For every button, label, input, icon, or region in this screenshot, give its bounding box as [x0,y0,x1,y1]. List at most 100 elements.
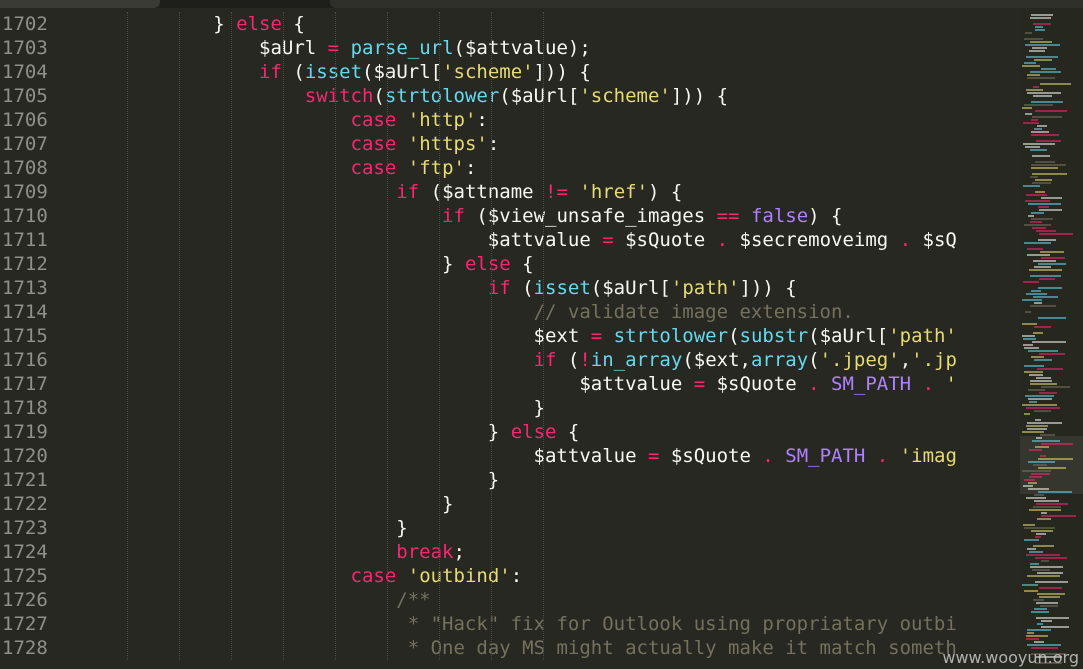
string-token: 'path' [888,325,957,347]
code-token: , [899,349,912,371]
minimap-line [1026,56,1058,58]
minimap-line [1025,113,1032,115]
minimap-line [1028,488,1049,490]
code-line[interactable]: $attvalue = $sQuote . SM_PATH . 'imag [76,444,1020,468]
line-number: 1703 [2,37,48,59]
minimap-line [1034,59,1052,61]
minimap[interactable] [1020,8,1083,669]
code-line[interactable]: if ($attname != 'href') { [76,180,1020,204]
code-area[interactable]: } else { $aUrl = parse_url($attvalue); i… [76,12,1020,660]
minimap-line [1033,464,1047,466]
string-token: 'outbind' [407,565,511,587]
code-line[interactable]: switch(strtolower($aUrl['scheme'])) { [76,84,1020,108]
code-token: $sQuote [659,445,763,467]
minimap-line [1032,341,1066,343]
code-line[interactable]: if (isset($aUrl['path'])) { [76,276,1020,300]
code-token: ($view_unsafe_images [464,205,717,227]
code-line[interactable]: $attvalue = $sQuote . SM_PATH . ' [76,372,1020,396]
code-token: { [281,13,305,35]
minimap-line [1032,173,1067,175]
minimap-line [1026,554,1060,556]
minimap-line [1035,26,1043,28]
minimap-line [1039,278,1055,280]
minimap-line [1028,350,1058,352]
code-line[interactable]: * One day MS might actually make it matc… [76,636,1020,660]
minimap-line [1031,218,1053,220]
minimap-line [1032,47,1047,49]
constant-token: false [750,205,809,227]
minimap-line [1036,437,1042,439]
tab-left[interactable] [0,0,160,8]
line-number: 1725 [2,565,48,587]
code-line[interactable]: } else { [76,12,1020,36]
minimap-line [1033,86,1039,88]
minimap-line [1022,65,1040,67]
line-number: 1727 [2,613,48,635]
code-line[interactable]: case 'ftp': [76,156,1020,180]
minimap-line [1023,485,1033,487]
string-token: ' [945,373,957,395]
code-editor[interactable]: 1702 1703 1704 1705 1706 1707 1708 1709 1710 1711… [0,12,1020,669]
function-token: array [750,349,809,371]
minimap-line [1036,533,1046,535]
minimap-line [1029,374,1043,376]
keyword-token: else [510,421,557,443]
minimap-line [1023,344,1033,346]
code-token: ( [556,349,580,371]
code-line[interactable]: if (isset($aUrl['scheme'])) { [76,60,1020,84]
line-number: 1719 [2,421,48,443]
code-line[interactable]: } [76,492,1020,516]
minimap-line [1030,176,1038,178]
code-line[interactable]: } else { [76,420,1020,444]
code-token: } [76,13,237,35]
minimap-line [1032,440,1060,442]
code-line[interactable]: // validate image extension. [76,300,1020,324]
indent-guide [335,12,336,660]
code-line[interactable]: if (!in_array($ext,array('.jpeg','.jp [76,348,1020,372]
code-line[interactable]: if ($view_unsafe_images == false) { [76,204,1020,228]
code-line[interactable]: case 'outbind': [76,564,1020,588]
keyword-token: if [533,349,557,371]
code-line[interactable]: $aUrl = parse_url($attvalue); [76,36,1020,60]
string-token: 'href' [579,181,649,203]
minimap-line [1027,644,1061,646]
code-line[interactable]: /** [76,588,1020,612]
minimap-line [1034,494,1044,496]
minimap-line [1026,638,1039,640]
minimap-line [1034,302,1042,304]
code-line[interactable]: $attvalue = $sQuote . $secremoveimg . $s… [76,228,1020,252]
minimap-line [1037,623,1043,625]
minimap-line [1031,611,1049,613]
minimap-line [1035,110,1067,112]
code-line[interactable]: break; [76,540,1020,564]
minimap-line [1031,164,1066,166]
code-line[interactable]: } [76,396,1020,420]
minimap-line [1023,122,1039,124]
minimap-line [1034,641,1044,643]
minimap-line [1030,17,1051,19]
minimap-line [1032,569,1050,571]
comment-token: // validate image extension. [533,301,854,323]
minimap-line [1041,626,1069,628]
code-line[interactable]: case 'http': [76,108,1020,132]
minimap-line [1035,161,1055,163]
minimap-line [1032,155,1050,157]
line-number: 1706 [2,109,48,131]
code-line[interactable]: case 'https': [76,132,1020,156]
code-line[interactable]: } [76,516,1020,540]
code-token: ) { [648,181,683,203]
code-token: $attvalue [76,229,603,251]
keyword-token: ! [579,349,591,371]
code-line[interactable]: } else { [76,252,1020,276]
tab-right[interactable] [330,0,1083,8]
keyword-token: = [602,229,614,251]
code-line[interactable]: * "Hack" fix for Outlook using propriata… [76,612,1020,636]
code-line[interactable]: } [76,468,1020,492]
indent-guide [179,12,180,660]
keyword-token: = [647,445,660,467]
code-line[interactable]: $ext = strtolower(substr($aUrl['path' [76,324,1020,348]
